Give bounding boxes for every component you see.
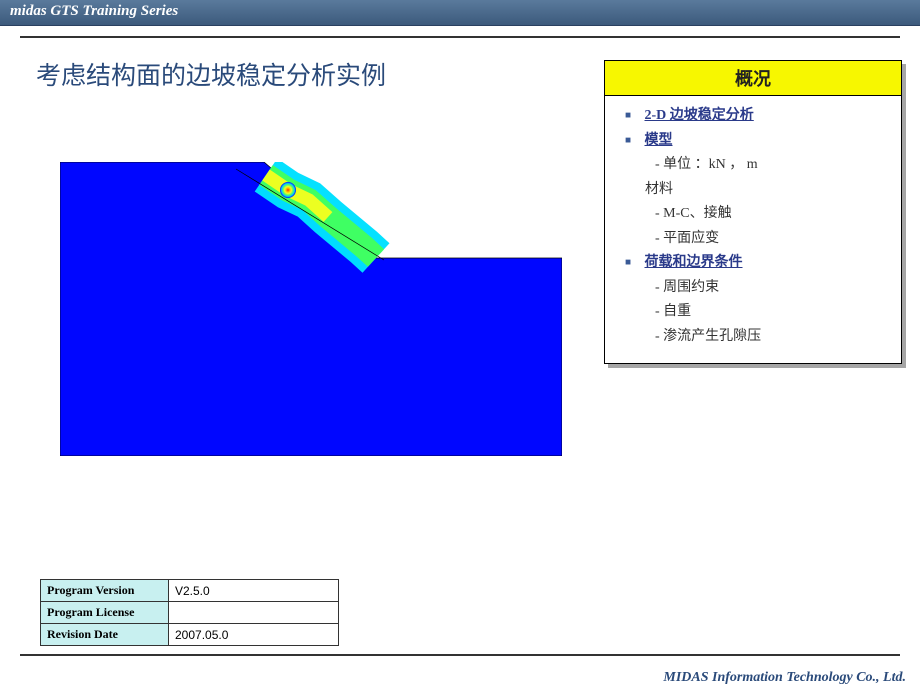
info-value: 2007.05.0 xyxy=(169,624,339,646)
overview-header: 概况 xyxy=(605,61,901,96)
top-rule xyxy=(20,36,900,38)
info-label: Program Version xyxy=(41,580,169,602)
overview-sub: - 单位 ：kN ， m xyxy=(619,153,891,178)
table-row: Program Version V2.5.0 xyxy=(41,580,339,602)
overview-item: ■ 荷载和边界条件 xyxy=(619,251,891,276)
info-table: Program Version V2.5.0 Program License R… xyxy=(40,579,339,646)
info-value xyxy=(169,602,339,624)
overview-sub: - M-C、接触 xyxy=(619,202,891,227)
info-label: Program License xyxy=(41,602,169,624)
header-title: midas GTS Training Series xyxy=(10,3,178,19)
info-value: V2.5.0 xyxy=(169,580,339,602)
overview-link-2d[interactable]: 2-D 边坡稳定分析 xyxy=(645,108,754,123)
table-row: Revision Date 2007.05.0 xyxy=(41,624,339,646)
slope-svg xyxy=(60,162,562,456)
overview-sub: - 周围约束 xyxy=(619,276,891,301)
footer-bar: MIDAS Information Technology Co., Ltd. xyxy=(0,668,920,690)
overview-link-load[interactable]: 荷载和边界条件 xyxy=(645,255,743,270)
table-row: Program License xyxy=(41,602,339,624)
overview-item: ■ 2-D 边坡稳定分析 xyxy=(619,104,891,129)
info-label: Revision Date xyxy=(41,624,169,646)
overview-body: ■ 2-D 边坡稳定分析 ■ 模型 - 单位 ：kN ， m 材料 - M-C、… xyxy=(605,96,901,363)
bullet-icon: ■ xyxy=(625,132,641,150)
bullet-icon: ■ xyxy=(625,254,641,272)
overview-panel: 概况 ■ 2-D 边坡稳定分析 ■ 模型 - 单位 ：kN ， m 材料 - M… xyxy=(604,60,902,364)
overview-sub: 材料 xyxy=(619,178,891,203)
bottom-rule xyxy=(20,654,900,656)
overview-sub: - 自重 xyxy=(619,300,891,325)
overview-sub: - 平面应变 xyxy=(619,227,891,252)
overview-sub: - 渗流产生孔隙压 xyxy=(619,325,891,350)
overview-item: ■ 模型 xyxy=(619,129,891,154)
footer-text: MIDAS Information Technology Co., Ltd. xyxy=(663,670,906,685)
page-body: 考虑结构面的边坡稳定分析实例 概况 xyxy=(0,26,920,668)
header-bar: midas GTS Training Series xyxy=(0,0,920,26)
bullet-icon: ■ xyxy=(625,107,641,125)
overview-link-model[interactable]: 模型 xyxy=(645,133,673,148)
slope-diagram xyxy=(60,162,562,456)
